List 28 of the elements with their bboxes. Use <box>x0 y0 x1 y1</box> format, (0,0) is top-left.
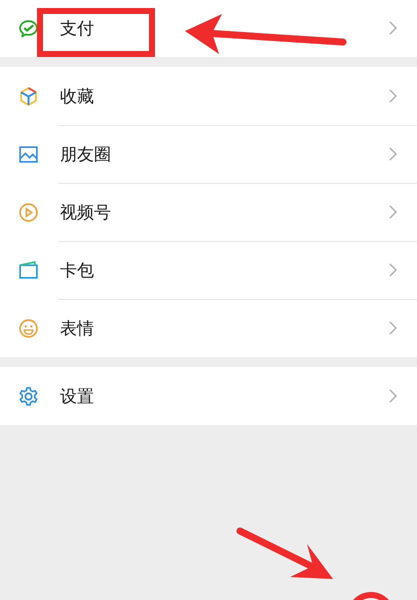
menu-item-label: 收藏 <box>60 86 94 108</box>
chevron-right-icon <box>389 89 397 103</box>
menu-item[interactable]: 设置 <box>0 367 417 425</box>
menu-item[interactable]: 视频号 <box>0 183 417 241</box>
menu-item-label: 视频号 <box>60 202 111 224</box>
play-icon <box>18 202 39 222</box>
smiley-icon <box>18 318 39 338</box>
menu-item-label: 支付 <box>60 18 94 40</box>
menu-item[interactable]: 卡包 <box>0 241 417 299</box>
chevron-right-icon <box>389 263 397 277</box>
chevron-right-icon <box>389 21 397 35</box>
cube-icon <box>18 86 39 106</box>
menu-item-label: 设置 <box>60 386 94 408</box>
menu-item[interactable]: 朋友圈 <box>0 125 417 183</box>
chat-bubble-icon <box>18 18 39 38</box>
chevron-right-icon <box>389 205 397 219</box>
menu-item[interactable]: 表情 <box>0 299 417 357</box>
chevron-right-icon <box>389 389 397 403</box>
menu-item-label: 卡包 <box>60 260 94 282</box>
image-icon <box>18 144 39 164</box>
menu-item-label: 表情 <box>60 318 94 340</box>
menu-item[interactable]: 收藏 <box>0 67 417 125</box>
chevron-right-icon <box>389 321 397 335</box>
menu-item-label: 朋友圈 <box>60 144 111 166</box>
wallet-icon <box>18 260 39 280</box>
settings-icon <box>18 386 39 406</box>
chevron-right-icon <box>389 147 397 161</box>
menu-item[interactable]: 支付 <box>0 0 417 57</box>
